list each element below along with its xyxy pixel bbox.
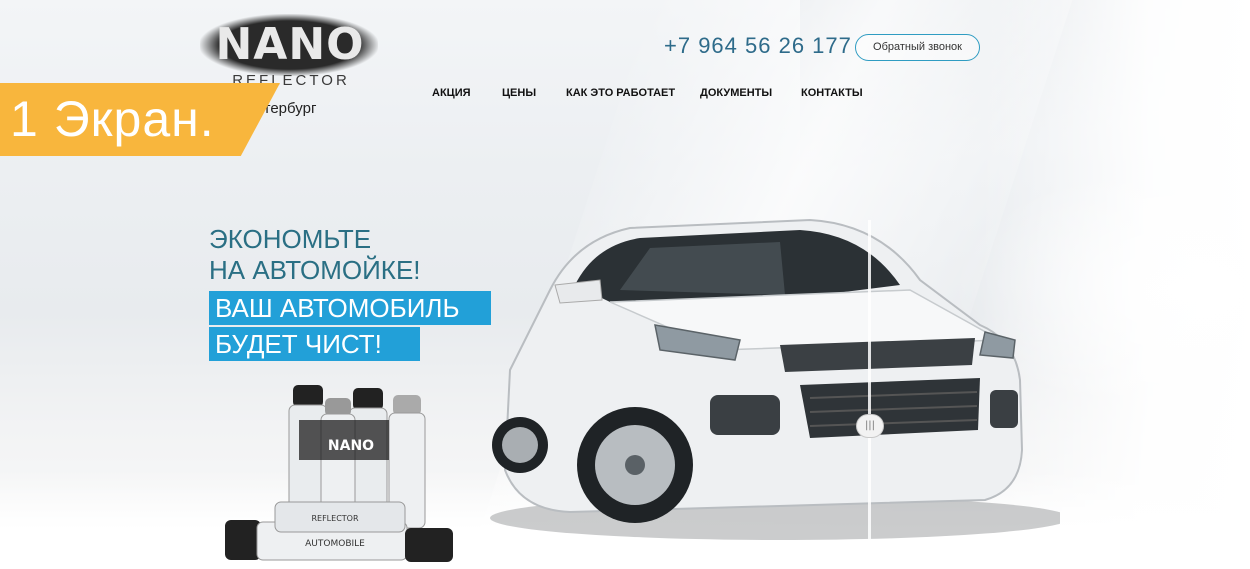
product-cans-image: NANO AUTOMOBILE REFLECTOR [215,380,485,569]
logo-brand: NANO [215,19,365,70]
hero-highlight: ВАШ АВТОМОБИЛЬ БУДЕТ ЧИСТ! [209,291,491,371]
hero-heading-line1: ЭКОНОМЬТЕ [209,224,372,254]
nav-item-prices[interactable]: ЦЕНЫ [502,87,536,99]
car-image [480,200,1070,560]
nav-item-documents[interactable]: ДОКУМЕНТЫ [700,87,772,99]
can-sub-text: REFLECTOR [311,514,358,523]
hero-heading: ЭКОНОМЬТЕ НА АВТОМОЙКЕ! [209,224,469,286]
screen-ribbon: 1 Экран. [0,83,280,156]
nav-item-promo[interactable]: АКЦИЯ [432,87,471,99]
can-brand-text: NANO [328,438,374,454]
hero-highlight-line1: ВАШ АВТОМОБИЛЬ [209,291,491,325]
compare-divider[interactable] [868,220,871,569]
phone-number[interactable]: +7 964 56 26 177 [664,33,852,59]
nav-item-how-it-works[interactable]: КАК ЭТО РАБОТАЕТ [566,87,675,99]
compare-handle[interactable]: ||| [856,414,884,438]
nav-item-contacts[interactable]: КОНТАКТЫ [801,87,863,99]
hero-heading-line2: НА АВТОМОЙКЕ! [209,255,421,285]
screen-ribbon-label: 1 Экран. [10,91,215,147]
can-type-text: AUTOMOBILE [305,539,365,549]
callback-button[interactable]: Обратный звонок [855,34,980,61]
hero-highlight-line2: БУДЕТ ЧИСТ! [209,327,420,361]
